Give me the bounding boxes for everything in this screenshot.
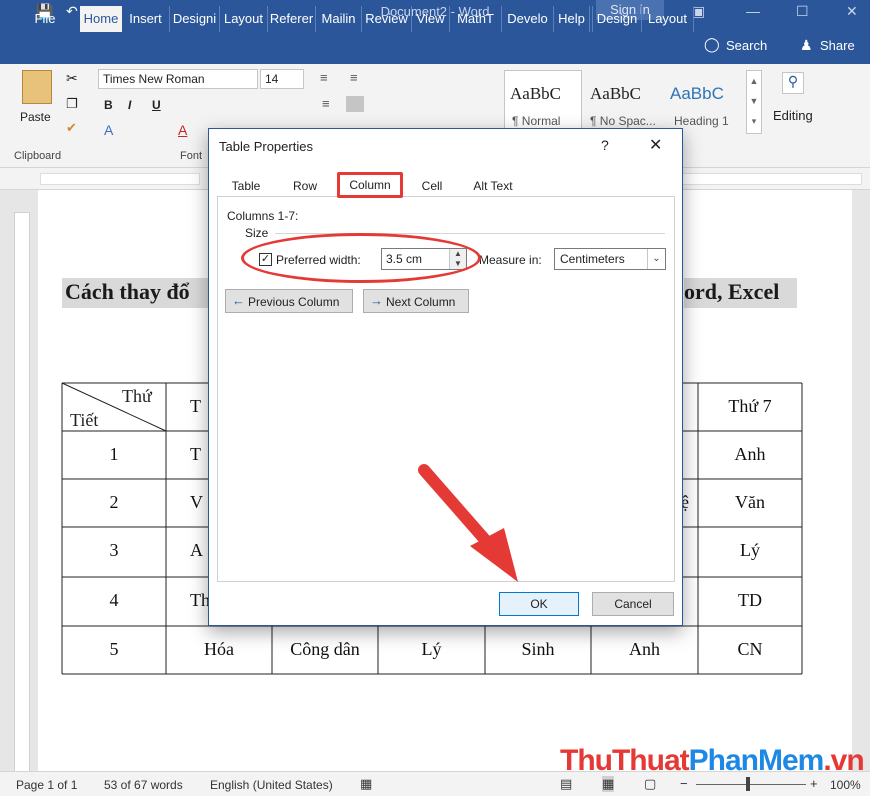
proofing-icon[interactable]: ▦	[360, 776, 372, 792]
word-count[interactable]: 53 of 67 words	[104, 778, 183, 792]
zoom-out-icon[interactable]: −	[680, 776, 688, 791]
annotation-arrow	[418, 464, 518, 582]
zoom-slider-thumb[interactable]	[746, 777, 750, 791]
language-status[interactable]: English (United States)	[210, 778, 333, 792]
status-bar: Page 1 of 1 53 of 67 words English (Unit…	[0, 771, 870, 796]
web-layout-icon[interactable]: ▢	[644, 776, 656, 792]
print-layout-icon[interactable]: ▦	[602, 776, 615, 792]
read-mode-icon[interactable]: ▤	[560, 776, 572, 792]
zoom-in-icon[interactable]: +	[810, 776, 818, 791]
page-count[interactable]: Page 1 of 1	[16, 778, 77, 792]
zoom-slider[interactable]	[696, 784, 806, 785]
zoom-level[interactable]: 100%	[830, 778, 861, 792]
